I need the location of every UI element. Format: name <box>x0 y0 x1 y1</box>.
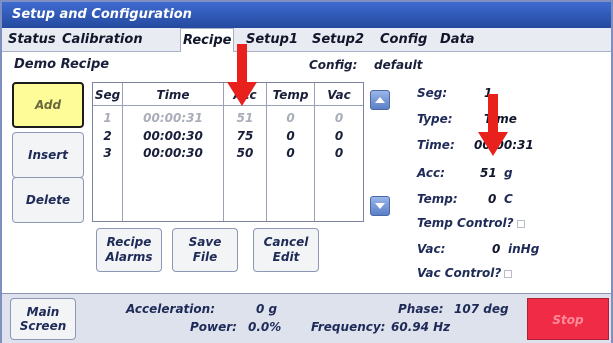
row-seg: 3 <box>103 146 112 160</box>
tab-setup2[interactable]: Setup2 <box>312 28 364 52</box>
row-temp: 0 <box>286 146 295 160</box>
acceleration-value: 0 g <box>256 302 278 316</box>
column-header-vac: Vac <box>327 88 351 102</box>
temp-control-field: Temp Control? <box>417 216 525 230</box>
vac-label: Vac: <box>417 242 446 256</box>
temp-label: Temp: <box>417 192 458 206</box>
red-arrow-down-icon <box>227 44 257 106</box>
type-label: Type: <box>417 112 453 126</box>
spin-down-icon[interactable] <box>370 196 390 216</box>
row-temp: 0 <box>286 129 295 143</box>
column-header-seg: Seg <box>94 88 121 102</box>
tab-config[interactable]: Config <box>380 28 427 52</box>
main-screen-label-line2: Screen <box>19 319 67 333</box>
config-value: default <box>374 58 423 72</box>
vac-unit: inHg <box>508 242 540 256</box>
config-label: Config: <box>309 58 358 72</box>
row-time: 00:00:30 <box>143 129 203 143</box>
add-button[interactable]: Add <box>12 82 84 128</box>
save-file-label-line2: File <box>192 250 218 264</box>
vac-control-field: Vac Control? <box>417 266 513 280</box>
insert-button[interactable]: Insert <box>12 132 84 178</box>
acc-value[interactable]: 51 <box>480 166 497 180</box>
power-value: 0.0% <box>248 320 282 334</box>
tab-bar: Status Calibration Recipe Setup1 Setup2 … <box>2 28 611 53</box>
stop-button[interactable]: Stop <box>527 298 609 340</box>
temp-value[interactable]: 0 <box>488 192 496 206</box>
red-arrow-down-icon <box>478 94 508 156</box>
save-file-button[interactable]: Save File <box>172 228 238 272</box>
status-bar: Main Screen Acceleration: 0 g Power: 0.0… <box>2 293 611 343</box>
row-seg: 1 <box>103 111 112 125</box>
row-acc: 75 <box>236 129 254 143</box>
acc-label: Acc: <box>417 166 445 180</box>
row-acc: 51 <box>236 111 254 125</box>
spin-up-icon[interactable] <box>370 90 390 110</box>
column-header-temp: Temp <box>272 88 309 102</box>
row-vac: 0 <box>334 129 344 143</box>
power-label: Power: <box>190 320 237 334</box>
cancel-edit-label-line2: Edit <box>272 250 300 264</box>
temp-unit: C <box>504 192 513 206</box>
window-title: Setup and Configuration <box>2 2 611 28</box>
tab-status[interactable]: Status <box>8 28 56 52</box>
delete-button[interactable]: Delete <box>12 177 84 223</box>
row-acc: 50 <box>236 146 254 160</box>
recipe-alarms-button[interactable]: Recipe Alarms <box>96 228 162 272</box>
phase-value: 107 deg <box>454 302 509 316</box>
row-vac: 0 <box>334 111 344 125</box>
vac-control-checkbox[interactable] <box>504 269 513 278</box>
main-screen-button[interactable]: Main Screen <box>10 298 76 340</box>
acceleration-label: Acceleration: <box>126 302 215 316</box>
time-label: Time: <box>417 138 455 152</box>
temp-control-checkbox[interactable] <box>516 219 525 228</box>
column-header-time: Time <box>156 88 190 102</box>
setup-window: Setup and Configuration Status Calibrati… <box>0 0 613 343</box>
tab-data[interactable]: Data <box>440 28 475 52</box>
cancel-edit-label-line1: Cancel <box>263 235 309 249</box>
recipe-alarms-label-line2: Alarms <box>105 250 153 264</box>
recipe-panel: Demo Recipe Config: default Add Insert D… <box>2 52 611 293</box>
acc-unit: g <box>504 166 513 180</box>
temp-control-label: Temp Control? <box>417 216 514 230</box>
row-vac: 0 <box>334 146 344 160</box>
recipe-name: Demo Recipe <box>14 57 110 72</box>
save-file-label-line1: Save <box>188 235 222 249</box>
frequency-value: 60.94 Hz <box>391 320 451 334</box>
row-seg: 2 <box>103 129 112 143</box>
row-time: 00:00:30 <box>143 146 203 160</box>
phase-label: Phase: <box>398 302 444 316</box>
frequency-label: Frequency: <box>311 320 386 334</box>
cancel-edit-button[interactable]: Cancel Edit <box>253 228 319 272</box>
seg-label: Seg: <box>417 86 448 100</box>
main-screen-label-line1: Main <box>26 305 60 319</box>
vac-control-label: Vac Control? <box>417 266 502 280</box>
recipe-alarms-label-line1: Recipe <box>106 235 152 249</box>
vac-value[interactable]: 0 <box>492 242 500 256</box>
row-time: 00:00:31 <box>143 111 203 125</box>
tab-calibration[interactable]: Calibration <box>62 28 143 52</box>
row-temp: 0 <box>286 111 295 125</box>
